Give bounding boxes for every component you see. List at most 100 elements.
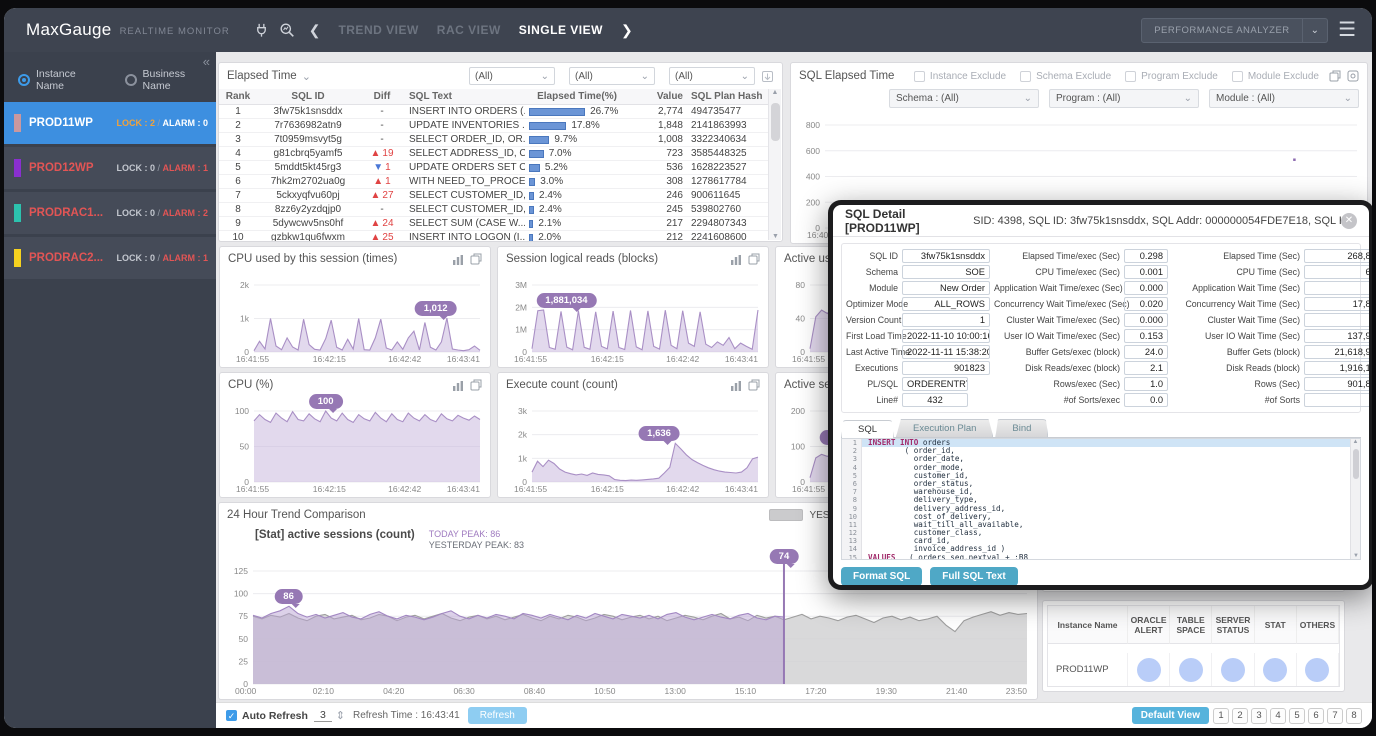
analyzer-dropdown-icon[interactable]: ⌄ [1302, 17, 1329, 43]
instance-item-prod11wp[interactable]: PROD11WP LOCK : 2 / ALARM : 0 [4, 102, 216, 144]
metric-dropdown-icon[interactable]: ⌄ [302, 70, 311, 83]
tab-trend-view[interactable]: TREND VIEW [338, 23, 418, 37]
field-label: Line# [876, 395, 898, 405]
sql-table-row[interactable]: 10 gzbkw1qu6fwxm ▲ 25 INSERT INTO LOGON (I..… [219, 231, 768, 241]
sql-table-row[interactable]: 7 5ckxyqfvu60pj ▲ 27 SELECT CUSTOMER_ID,... 2… [219, 189, 768, 203]
filter-select[interactable]: (All) ⌄ [669, 67, 755, 85]
filter-select[interactable]: Module : (All) ⌄ [1209, 89, 1359, 108]
sql-table-row[interactable]: 6 7hk2m2702ua0g ▲ 1 WITH NEED_TO_PROCE... 3.0… [219, 175, 768, 189]
full-sql-text-button[interactable]: Full SQL Text [930, 567, 1018, 585]
tab-single-view[interactable]: SINGLE VIEW [519, 23, 603, 37]
bar-chart-icon[interactable] [452, 380, 464, 391]
filter-select[interactable]: (All) ⌄ [569, 67, 655, 85]
settings-icon[interactable] [1347, 70, 1359, 82]
bar-chart-icon[interactable] [730, 380, 742, 391]
bar-chart-icon[interactable] [730, 254, 742, 265]
connection-plug-icon[interactable] [254, 22, 269, 38]
instance-sidebar: « Instance Name Business Name PROD11WP LOC… [4, 52, 216, 728]
refresh-button[interactable]: Refresh [467, 707, 527, 724]
restore-icon[interactable] [1329, 70, 1341, 82]
execute-count-chart[interactable]: 0 1k 2k 3k 16:41:55 16:42:15 16:42:42 16:43:41 1… [500, 399, 766, 495]
field-value: 0.298 [1124, 249, 1168, 263]
interval-stepper-icon[interactable]: ⇕ [336, 709, 345, 722]
cpu-session-chart[interactable]: 0 1k 2k 16:41:55 16:42:15 16:42:42 16:43:41 1,0… [222, 273, 488, 365]
cpu-percent-chart[interactable]: 0 50 100 16:41:55 16:42:15 16:42:42 16:43:41 10… [222, 394, 488, 495]
filter-select[interactable]: Schema : (All) ⌄ [889, 89, 1039, 108]
instance-item-prod12wp[interactable]: PROD12WP LOCK : 0 / ALARM : 1 [4, 147, 216, 189]
field-value: 432 [902, 393, 968, 407]
logical-reads-chart[interactable]: 0 1M 2M 3M 16:41:55 16:42:15 16:42:42 16:43:41 1… [500, 273, 766, 365]
popout-icon[interactable] [470, 379, 482, 391]
radio-instance-name[interactable]: Instance Name [18, 68, 107, 92]
checkbox-module-exclude[interactable]: Module Exclude [1231, 70, 1319, 82]
trend-title: 24 Hour Trend Comparison [227, 509, 366, 521]
checkbox-schema-exclude[interactable]: Schema Exclude [1020, 70, 1111, 82]
sql-code-viewer[interactable]: 1 INSERT INTO orders 2 ( order_id, 3 order_… [841, 438, 1361, 560]
sidebar-collapse-icon[interactable]: « [203, 54, 210, 69]
yesterday-peak: YESTERDAY PEAK: 83 [428, 540, 524, 550]
sql-table-row[interactable]: 8 8zz6y2yzdqjp0- SELECT CUSTOMER_ID,... 2.4… [219, 203, 768, 217]
page-button-4[interactable]: 4 [1270, 707, 1286, 724]
svg-text:16:42:15: 16:42:15 [313, 354, 346, 364]
svg-text:16:41:55: 16:41:55 [514, 354, 547, 364]
status-dot[interactable] [1220, 657, 1245, 682]
page-button-1[interactable]: 1 [1213, 707, 1229, 724]
export-icon[interactable] [761, 70, 774, 83]
status-dot[interactable] [1263, 657, 1288, 682]
svg-text:25: 25 [239, 656, 249, 666]
bar-chart-icon[interactable] [452, 254, 464, 265]
tab-sql[interactable]: SQL [841, 420, 895, 438]
auto-refresh-checkbox[interactable]: ✓ [226, 710, 237, 721]
nav-prev-icon[interactable]: ❮ [309, 22, 321, 39]
filter-select[interactable]: (All) ⌄ [469, 67, 555, 85]
code-scrollbar[interactable]: ▲ ▼ [1350, 439, 1360, 559]
page-button-3[interactable]: 3 [1251, 707, 1267, 724]
popout-icon[interactable] [748, 379, 760, 391]
instance-item-prodrac2[interactable]: PRODRAC2... LOCK : 0 / ALARM : 1 [4, 237, 216, 279]
checkbox-instance-exclude[interactable]: Instance Exclude [913, 70, 1006, 82]
page-button-8[interactable]: 8 [1346, 707, 1362, 724]
popout-icon[interactable] [748, 253, 760, 265]
svg-text:16:41:55: 16:41:55 [792, 484, 825, 494]
sql-table-row[interactable]: 2 7r7636982atn9- UPDATE INVENTORIES ... 17.… [219, 119, 768, 133]
page-button-6[interactable]: 6 [1308, 707, 1324, 724]
close-icon[interactable]: ✕ [1341, 212, 1357, 229]
field-value: 1,916,109 [1304, 361, 1369, 375]
sql-table-row[interactable]: 9 5dywcwv5ns0hf ▲ 24 SELECT SUM (CASE W... 2.… [219, 217, 768, 231]
status-dot[interactable] [1305, 657, 1330, 682]
radio-business-name[interactable]: Business Name [124, 68, 216, 92]
tab-bind[interactable]: Bind [995, 419, 1049, 437]
svg-text:16:42:42: 16:42:42 [388, 484, 421, 494]
sql-table-row[interactable]: 5 5mddt5kt45rg3 ▼ 1 UPDATE ORDERS SET O... 5.… [219, 161, 768, 175]
tab-execution-plan[interactable]: Execution Plan [896, 419, 994, 437]
status-dot[interactable] [1178, 657, 1203, 682]
filter-select[interactable]: Program : (All) ⌄ [1049, 89, 1199, 108]
popout-icon[interactable] [470, 253, 482, 265]
field-value: 2022-11-11 15:38:20 [902, 345, 990, 359]
field-value: 17,895 [1304, 297, 1369, 311]
checkbox-program-exclude[interactable]: Program Exclude [1125, 70, 1218, 82]
page-button-5[interactable]: 5 [1289, 707, 1305, 724]
instance-item-prodrac1[interactable]: PRODRAC1... LOCK : 0 / ALARM : 2 [4, 192, 216, 234]
refresh-interval-value[interactable]: 3 [313, 709, 332, 722]
table-scrollbar[interactable]: ▲ ▼ [768, 89, 781, 240]
svg-text:00:00: 00:00 [235, 686, 257, 696]
svg-text:04:20: 04:20 [383, 686, 405, 696]
svg-text:16:42:15: 16:42:15 [591, 354, 624, 364]
hamburger-menu-icon[interactable]: ☰ [1338, 20, 1356, 40]
page-button-7[interactable]: 7 [1327, 707, 1343, 724]
page-button-2[interactable]: 2 [1232, 707, 1248, 724]
default-view-button[interactable]: Default View [1131, 707, 1209, 724]
svg-text:13:00: 13:00 [665, 686, 687, 696]
zoom-analysis-icon[interactable] [279, 22, 295, 38]
status-dot[interactable] [1136, 657, 1161, 682]
sql-table-row[interactable]: 1 3fw75k1snsddx - INSERT INTO ORDERS (... 26… [219, 105, 768, 119]
sql-table-row[interactable]: 4 g81cbrq5yamf5 ▲ 19 SELECT ADDRESS_ID, C...… [219, 147, 768, 161]
view-pager: Default View 12345678 [1131, 707, 1362, 724]
nav-next-icon[interactable]: ❯ [621, 22, 633, 39]
sql-table-row[interactable]: 3 7t0959msvyt5g - SELECT ORDER_ID, OR... 9.7… [219, 133, 768, 147]
svg-text:50: 50 [240, 442, 250, 452]
format-sql-button[interactable]: Format SQL [841, 567, 923, 585]
performance-analyzer-button[interactable]: PERFORMANCE ANALYZER ⌄ [1141, 17, 1329, 43]
tab-rac-view[interactable]: RAC VIEW [437, 23, 501, 37]
